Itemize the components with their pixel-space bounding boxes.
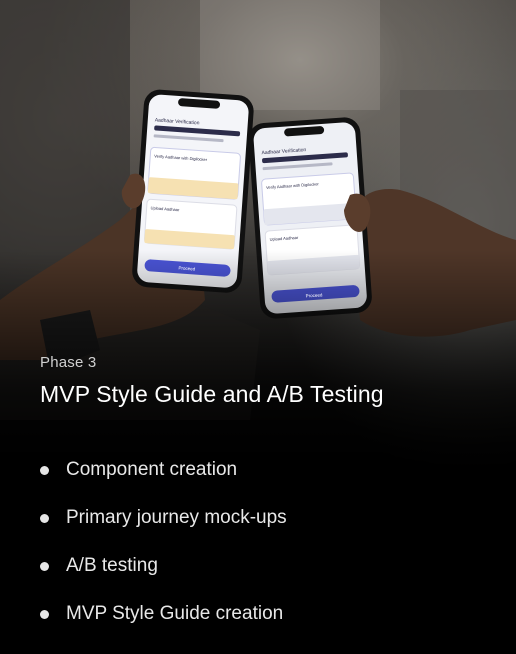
right-phone-heading: Aadhaar Verification bbox=[261, 147, 306, 156]
list-item: MVP Style Guide creation bbox=[40, 590, 480, 638]
right-phone-option-digilocker: Verify Aadhaar with Digilocker bbox=[266, 181, 320, 190]
list-item-text: A/B testing bbox=[66, 555, 158, 576]
phone-screen-labels: Aadhaar Verification Verify Aadhaar with… bbox=[150, 117, 323, 298]
bullet-list: Component creation Primary journey mock-… bbox=[40, 446, 480, 638]
right-phone-option-upload: Upload Aadhaar bbox=[269, 235, 299, 242]
left-phone-option-upload: Upload Aadhaar bbox=[150, 205, 180, 212]
left-phone-heading: Aadhaar Verification bbox=[155, 117, 200, 126]
list-item-text: MVP Style Guide creation bbox=[66, 603, 284, 624]
left-phone-proceed-button: Proceed bbox=[178, 265, 196, 271]
bullet-dot-icon bbox=[40, 561, 49, 571]
list-item: A/B testing bbox=[40, 542, 480, 590]
phase-card: Phase 3 MVP Style Guide and A/B Testing … bbox=[0, 0, 516, 654]
bullet-dot-icon bbox=[40, 513, 49, 523]
list-item: Primary journey mock-ups bbox=[40, 494, 480, 542]
left-phone-option-digilocker: Verify Aadhaar with Digilocker bbox=[154, 153, 208, 162]
list-item-text: Primary journey mock-ups bbox=[66, 507, 287, 528]
bullet-dot-icon bbox=[40, 609, 49, 619]
right-phone-proceed-button: Proceed bbox=[305, 292, 323, 298]
